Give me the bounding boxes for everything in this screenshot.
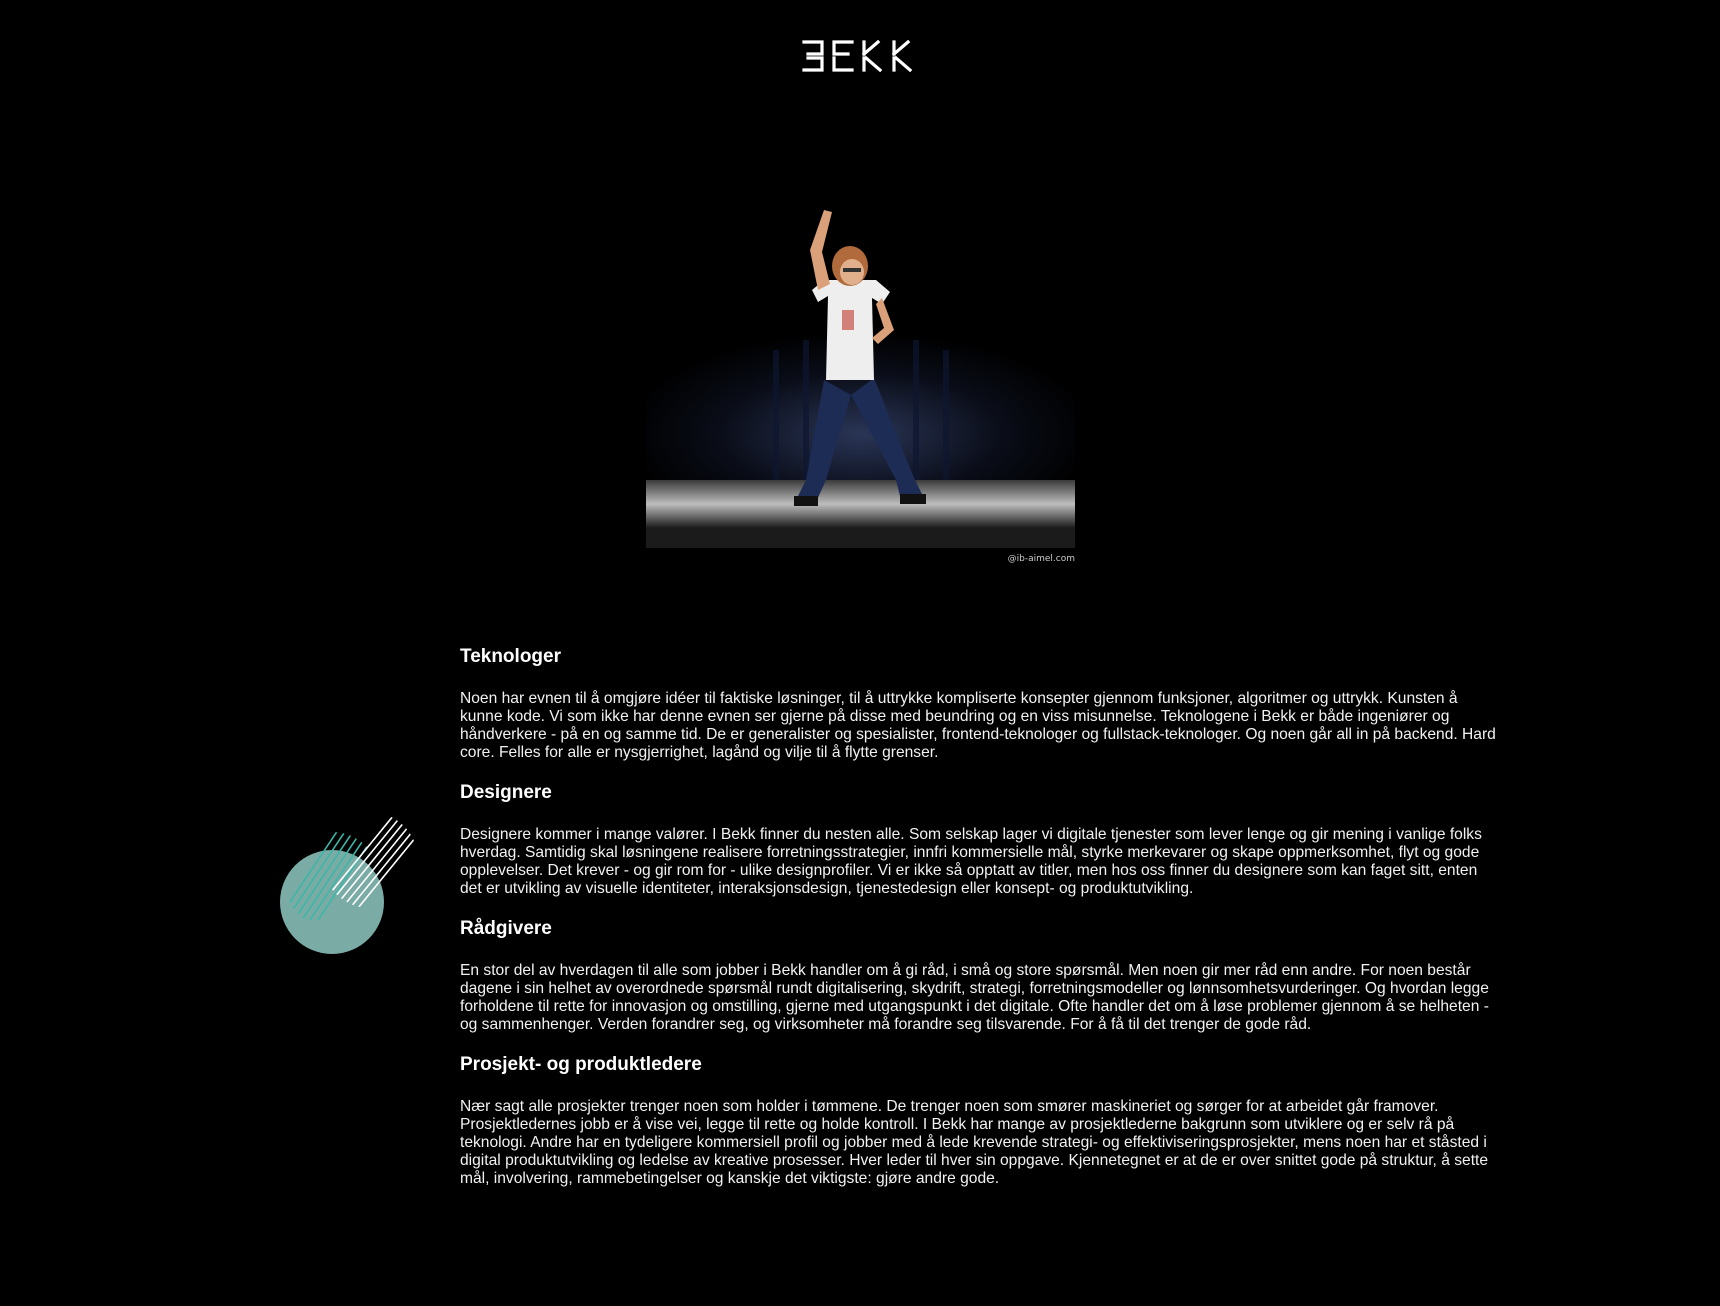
section-body: Designere kommer i mange valører. I Bekk… — [460, 826, 1482, 897]
section-body: En stor del av hverdagen til alle som jo… — [460, 962, 1489, 1033]
decorative-shape-icon — [280, 812, 418, 954]
section-title: Prosjekt- og produktledere — [460, 1054, 702, 1075]
section-title: Designere — [460, 782, 552, 803]
bekk-logo[interactable] — [802, 40, 918, 72]
section-body: Noen har evnen til å omgjøre idéer til f… — [460, 690, 1496, 761]
roles-content: Teknologer Noen har evnen til å omgjøre … — [460, 644, 1502, 1206]
section-title: Rådgivere — [460, 918, 552, 939]
hero-image: @ib-aimel.com — [646, 180, 1075, 566]
section-designere: Designere Designere kommer i mange valør… — [460, 780, 1502, 898]
section-radgivere: Rådgivere En stor del av hverdagen til a… — [460, 916, 1502, 1034]
section-teknologer: Teknologer Noen har evnen til å omgjøre … — [460, 644, 1502, 762]
hero-watermark: @ib-aimel.com — [1007, 554, 1075, 564]
section-body: Nær sagt alle prosjekter trenger noen so… — [460, 1098, 1489, 1187]
section-prosjektledere: Prosjekt- og produktledere Nær sagt alle… — [460, 1052, 1502, 1188]
section-title: Teknologer — [460, 646, 561, 667]
